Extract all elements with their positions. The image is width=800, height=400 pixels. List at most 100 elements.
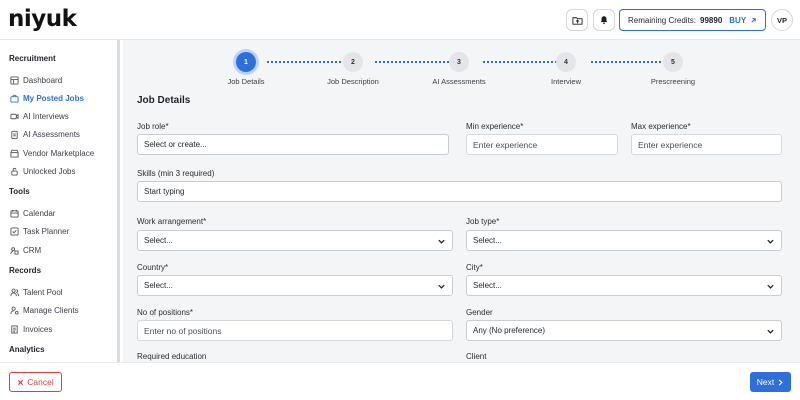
step-label: AI Assessments [432, 77, 486, 86]
step-number: 2 [343, 52, 363, 72]
max-experience-input[interactable]: Enter experience [631, 134, 782, 155]
step-interview[interactable]: 4 Interview [536, 52, 596, 86]
user-cog-icon [10, 306, 19, 315]
sidebar-item-label: Unlocked Jobs [23, 166, 76, 176]
step-job-details[interactable]: 1 Job Details [218, 52, 274, 86]
main-content: 1 Job Details 2 Job Description 3 AI Ass… [123, 40, 800, 362]
job-role-select[interactable]: Select or create... [137, 134, 449, 155]
step-number: 1 [236, 52, 256, 72]
sidebar-section-recruitment: Recruitment [9, 54, 56, 63]
sidebar-item-unlocked-jobs[interactable]: Unlocked Jobs [10, 164, 75, 178]
country-select[interactable]: Select... [137, 275, 453, 296]
checklist-icon [10, 226, 19, 236]
sidebar-item-ai-interviews[interactable]: AI Interviews [10, 109, 69, 123]
step-label: Interview [550, 77, 581, 86]
logo[interactable]: niyuk [8, 6, 77, 32]
chevron-down-icon [767, 239, 774, 244]
sidebar-item-label: Calendar [23, 208, 56, 218]
sidebar-item-crm[interactable]: CRM [10, 243, 41, 257]
sidebar-item-talent-pool[interactable]: Talent Pool [10, 285, 63, 299]
step-number: 3 [449, 52, 469, 72]
sidebar-item-label: CRM [23, 245, 42, 255]
job-type-label: Job type* [466, 217, 500, 226]
select-value: Select... [144, 236, 173, 245]
step-label: Job Details [227, 77, 265, 86]
sidebar-item-calendar[interactable]: Calendar [10, 206, 55, 220]
min-experience-input[interactable]: Enter experience [466, 134, 618, 155]
calendar-icon [10, 209, 19, 218]
bell-icon [600, 16, 608, 25]
sidebar-item-label: Talent Pool [23, 287, 63, 297]
video-icon [10, 112, 19, 121]
sidebar-item-my-posted-jobs[interactable]: My Posted Jobs [10, 91, 84, 105]
positions-label: No of positions* [137, 308, 194, 317]
sidebar-item-manage-clients[interactable]: Manage Clients [10, 303, 79, 317]
sidebar-section-analytics: Analytics [9, 345, 45, 354]
sidebar-item-label: AI Assessments [23, 129, 80, 139]
sidebar-item-label: AI Interviews [23, 111, 69, 121]
top-bar: niyuk Remaining Credits: 99890 BUY VP [0, 0, 800, 40]
step-ai-assessments[interactable]: 3 AI Assessments [424, 52, 494, 86]
chevron-down-icon [767, 284, 774, 289]
close-icon [18, 379, 24, 385]
buy-label: BUY [729, 15, 747, 25]
sidebar-item-label: Invoices [23, 324, 53, 334]
sidebar-item-invoices[interactable]: Invoices [10, 322, 52, 336]
cancel-button[interactable]: Cancel [9, 372, 62, 392]
job-type-select[interactable]: Select... [466, 230, 782, 251]
cancel-label: Cancel [27, 377, 54, 387]
step-job-description[interactable]: 2 Job Description [318, 52, 388, 86]
sidebar-item-ai-assessments[interactable]: AI Assessments [10, 127, 80, 141]
step-prescreening[interactable]: 5 Prescreening [638, 52, 708, 86]
sidebar-item-label: Manage Clients [23, 305, 79, 315]
dashboard-icon [10, 75, 19, 85]
client-label: Client [466, 352, 487, 361]
store-icon [10, 149, 19, 158]
sidebar-item-label: Task Planner [23, 226, 70, 236]
gender-select[interactable]: Any (No preference) [466, 320, 782, 341]
crm-icon [10, 246, 19, 255]
folder-upload-button[interactable] [566, 9, 588, 31]
folder-upload-icon [571, 16, 583, 25]
positions-input[interactable]: Enter no of positions [137, 320, 453, 341]
job-role-label: Job role* [137, 122, 169, 131]
chevron-down-icon [767, 329, 774, 334]
education-label: Required education [137, 352, 207, 361]
credits-value: 99890 [700, 15, 723, 25]
sidebar-item-label: Vendor Marketplace [23, 148, 95, 158]
step-label: Prescreening [650, 77, 696, 86]
external-arrow-icon [751, 17, 756, 23]
work-arrangement-select[interactable]: Select... [137, 230, 453, 251]
notifications-button[interactable] [593, 9, 615, 31]
credits-label: Remaining Credits: [628, 15, 697, 25]
credits-buy-button[interactable]: Remaining Credits: 99890 BUY [619, 9, 766, 31]
max-experience-label: Max experience* [631, 122, 691, 131]
sidebar-item-label: My Posted Jobs [23, 93, 84, 103]
sidebar-item-task-planner[interactable]: Task Planner [10, 224, 69, 238]
work-arrangement-label: Work arrangement* [137, 217, 207, 226]
select-value: Select... [144, 281, 173, 290]
sidebar-item-dashboard[interactable]: Dashboard [10, 73, 62, 87]
next-button[interactable]: Next [750, 372, 791, 392]
sidebar-item-vendor-marketplace[interactable]: Vendor Marketplace [10, 146, 94, 160]
invoice-icon [10, 324, 19, 334]
select-value: Any (No preference) [473, 326, 546, 335]
avatar[interactable]: VP [771, 9, 793, 31]
skills-input[interactable]: Start typing [137, 181, 782, 202]
footer-bar: Cancel Next [0, 362, 800, 400]
min-experience-label: Min experience* [466, 122, 524, 131]
unlock-icon [10, 167, 19, 176]
city-select[interactable]: Select... [466, 275, 782, 296]
sidebar-section-tools: Tools [9, 187, 30, 196]
sidebar: Recruitment Dashboard My Posted Jobs AI … [0, 40, 120, 362]
chevron-down-icon [438, 284, 445, 289]
users-icon [10, 288, 19, 297]
skills-label: Skills (min 3 required) [137, 169, 215, 178]
country-label: Country* [137, 263, 169, 272]
clipboard-icon [10, 130, 19, 139]
sidebar-item-label: Dashboard [23, 75, 63, 85]
next-label: Next [756, 377, 775, 387]
section-title: Job Details [137, 95, 191, 106]
select-value: Select... [473, 236, 502, 245]
step-label: Job Description [327, 77, 379, 86]
